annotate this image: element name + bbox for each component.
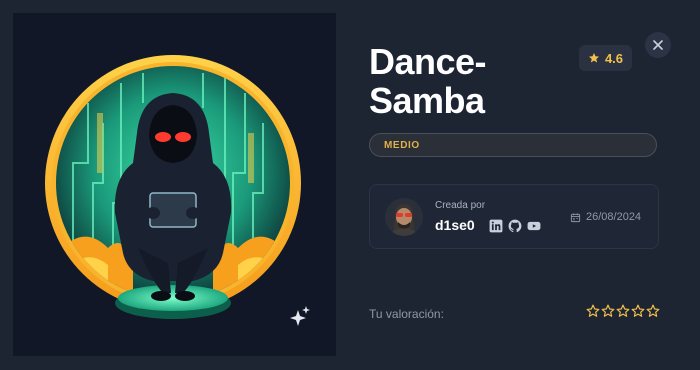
rating-star-2[interactable] [601, 304, 615, 318]
machine-detail-modal: Dance-Samba 4.6 MEDIO Creada por d1se0 2… [0, 0, 700, 370]
author-name[interactable]: d1se0 [435, 217, 475, 233]
rating-value: 4.6 [604, 50, 624, 66]
creation-date: 26/08/2024 [570, 211, 641, 223]
calendar-icon [570, 212, 581, 223]
rating-star-1[interactable] [586, 304, 600, 318]
machine-image [13, 13, 336, 356]
sparkle-icon [290, 306, 310, 328]
author-card: Creada por d1se0 26/08/2024 [369, 184, 659, 249]
machine-title: Dance-Samba [369, 41, 487, 121]
difficulty-badge: MEDIO [369, 133, 657, 157]
linkedin-icon[interactable] [489, 219, 503, 233]
github-icon[interactable] [508, 219, 522, 233]
user-rating-stars[interactable] [586, 304, 660, 318]
created-by-label: Creada por [435, 200, 486, 211]
social-links [489, 219, 541, 233]
close-button[interactable] [645, 32, 671, 58]
youtube-icon[interactable] [527, 219, 541, 233]
your-rating-label: Tu valoración: [369, 307, 444, 321]
avatar[interactable] [385, 198, 423, 236]
rating-badge: 4.6 [579, 45, 632, 71]
star-icon [588, 52, 600, 64]
rating-star-5[interactable] [646, 304, 660, 318]
rating-star-3[interactable] [616, 304, 630, 318]
creation-date-text: 26/08/2024 [586, 211, 642, 223]
close-icon [653, 40, 663, 50]
rating-star-4[interactable] [631, 304, 645, 318]
